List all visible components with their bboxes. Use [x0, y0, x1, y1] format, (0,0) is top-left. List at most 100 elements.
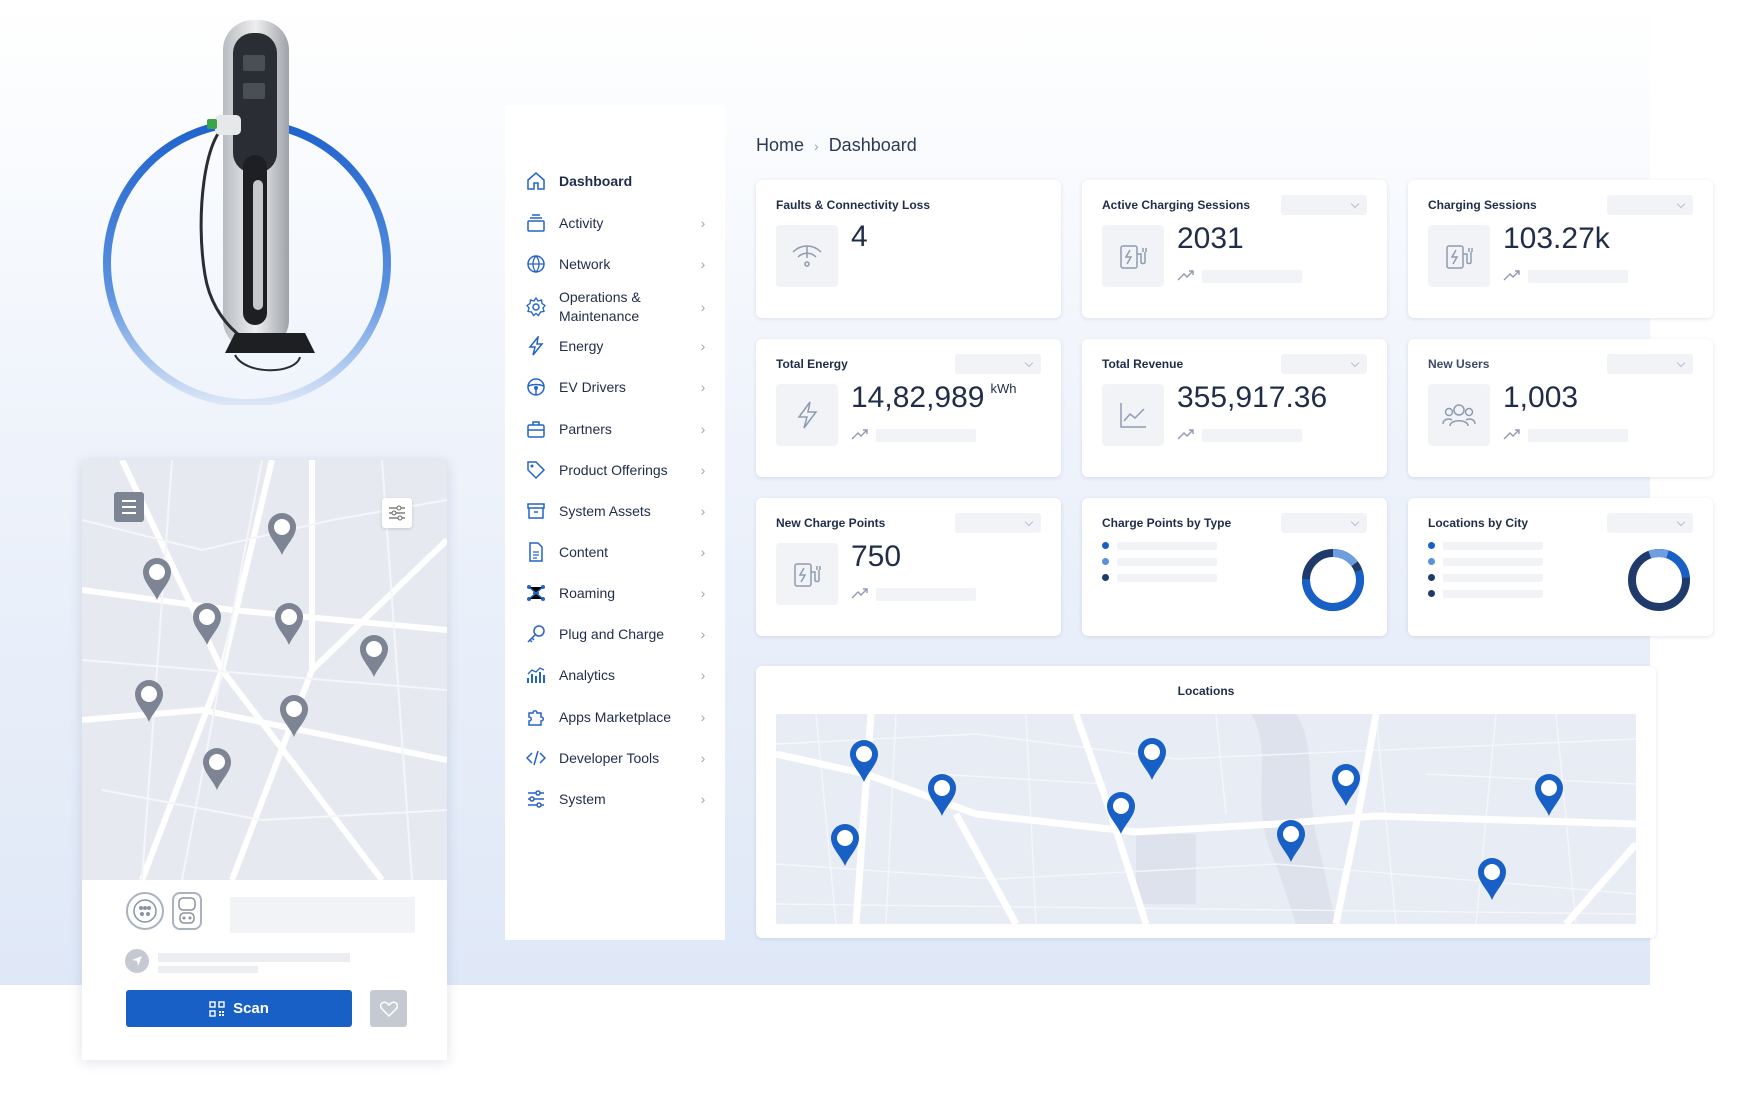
sidebar-item-energy[interactable]: Energy ›	[525, 335, 710, 357]
locations-card: Locations	[756, 666, 1656, 938]
chevron-right-icon: ›	[700, 379, 706, 395]
period-dropdown[interactable]	[955, 354, 1041, 374]
active-sessions-card[interactable]: Active Charging Sessions 2031	[1082, 180, 1387, 318]
legend-placeholder	[1117, 574, 1217, 582]
map-pin-icon[interactable]	[268, 513, 296, 555]
connector-type2-icon[interactable]	[126, 892, 164, 930]
map-pin-icon[interactable]	[1277, 820, 1305, 862]
legend-placeholder	[1443, 590, 1543, 598]
faults-card[interactable]: Faults & Connectivity Loss 4	[756, 180, 1061, 318]
sidebar-item-label: Activity	[559, 214, 604, 231]
map-pin-icon[interactable]	[275, 603, 303, 645]
map-pin-icon[interactable]	[1535, 774, 1563, 816]
home-icon	[525, 170, 547, 192]
card-value: 355,917.36	[1177, 381, 1328, 414]
chevron-right-icon: ›	[814, 137, 819, 154]
map-pin-icon[interactable]	[1478, 858, 1506, 900]
wifi-off-icon	[776, 225, 838, 287]
total-revenue-card[interactable]: Total Revenue 355,917.36	[1082, 339, 1387, 477]
location-search-field[interactable]	[230, 897, 415, 933]
locations-map[interactable]	[776, 714, 1636, 924]
sidebar-item-developer-tools[interactable]: Developer Tools ›	[525, 747, 710, 769]
map-pin-icon[interactable]	[203, 748, 231, 790]
card-title: Charging Sessions	[1428, 198, 1537, 212]
sidebar-item-label: Apps Marketplace	[559, 708, 672, 725]
sidebar-item-label: EV Drivers	[559, 378, 626, 395]
chevron-right-icon: ›	[700, 299, 706, 315]
sidebar-item-partners[interactable]: Partners ›	[525, 418, 710, 440]
legend-dot	[1428, 542, 1435, 549]
sidebar-item-content[interactable]: Content ›	[525, 541, 710, 563]
key-icon	[525, 623, 547, 645]
legend-dot	[1102, 542, 1109, 549]
map-pin-icon[interactable]	[850, 740, 878, 782]
sidebar-item-roaming[interactable]: Roaming ›	[525, 582, 710, 604]
sidebar-item-label: Content	[559, 543, 609, 560]
total-energy-card[interactable]: Total Energy 14,82,989 kWh	[756, 339, 1061, 477]
charge-points-by-type-card[interactable]: Charge Points by Type	[1082, 498, 1387, 636]
sidebar-item-analytics[interactable]: Analytics ›	[525, 664, 710, 686]
map-pin-icon[interactable]	[135, 680, 163, 722]
locations-title: Locations	[1177, 684, 1235, 698]
map-pin-icon[interactable]	[1107, 792, 1135, 834]
new-charge-points-card[interactable]: New Charge Points 750	[756, 498, 1061, 636]
map-pin-icon[interactable]	[280, 695, 308, 737]
trend-up-icon	[1503, 270, 1520, 281]
sidebar-item-label: Energy	[559, 337, 604, 354]
sidebar-item-network[interactable]: Network ›	[525, 253, 710, 275]
map-pin-icon[interactable]	[143, 558, 171, 600]
new-users-card[interactable]: New Users 1,003	[1408, 339, 1713, 477]
charging-station-icon	[1428, 225, 1490, 287]
map-pin-icon[interactable]	[831, 824, 859, 866]
map-pin-icon[interactable]	[193, 603, 221, 645]
sidebar-item-product-offerings[interactable]: Product Offerings ›	[525, 459, 710, 481]
period-dropdown[interactable]	[1281, 513, 1367, 533]
sidebar-item-system-assets[interactable]: System Assets ›	[525, 500, 710, 522]
trend-up-icon	[1177, 429, 1194, 440]
period-dropdown[interactable]	[1607, 195, 1693, 215]
period-dropdown[interactable]	[1281, 354, 1367, 374]
chevron-right-icon: ›	[700, 709, 706, 725]
breadcrumb-current: Dashboard	[828, 135, 917, 155]
navigation-arrow-icon[interactable]	[125, 949, 149, 973]
location-pins	[831, 738, 1563, 900]
charging-station-icon	[776, 543, 838, 605]
scan-button[interactable]: Scan	[126, 990, 352, 1027]
sidebar-item-plug-and-charge[interactable]: Plug and Charge ›	[525, 623, 710, 645]
document-icon	[525, 541, 547, 563]
trend-up-icon	[1177, 270, 1194, 281]
sidebar-item-activity[interactable]: Activity ›	[525, 212, 710, 234]
period-dropdown[interactable]	[1607, 354, 1693, 374]
sidebar-item-label: Analytics	[559, 666, 616, 683]
map-pin-icon[interactable]	[1138, 738, 1166, 780]
sidebar-item-ev-drivers[interactable]: EV Drivers ›	[525, 376, 710, 398]
period-dropdown[interactable]	[1281, 195, 1367, 215]
energy-unit: kWh	[990, 381, 1017, 396]
layers-icon	[525, 212, 547, 234]
legend-placeholder	[1117, 542, 1217, 550]
sidebar-item-dashboard[interactable]: Dashboard	[525, 170, 710, 192]
map-pin-icon[interactable]	[1332, 764, 1360, 806]
ev-charger-illustration	[95, 15, 405, 407]
breadcrumb-home[interactable]: Home	[756, 135, 804, 156]
charging-sessions-card[interactable]: Charging Sessions 103.27k	[1408, 180, 1713, 318]
chevron-right-icon: ›	[700, 215, 706, 231]
trend-placeholder	[876, 588, 976, 601]
map-pin-icon[interactable]	[360, 635, 388, 677]
legend-placeholder	[1117, 558, 1217, 566]
period-dropdown[interactable]	[955, 513, 1041, 533]
sidebar-item-apps-marketplace[interactable]: Apps Marketplace ›	[525, 706, 710, 728]
legend-dot	[1428, 574, 1435, 581]
sidebar-item-system[interactable]: System ›	[525, 788, 710, 810]
favorite-button[interactable]	[370, 990, 407, 1027]
trend-placeholder	[1202, 429, 1302, 442]
code-icon	[525, 747, 547, 769]
sidebar-item-operations-maintenance[interactable]: Operations & Maintenance ›	[525, 288, 710, 326]
donut-chart	[1302, 549, 1364, 611]
locations-by-city-card[interactable]: Locations by City	[1408, 498, 1713, 636]
map-pin-icon[interactable]	[928, 774, 956, 816]
lightning-icon	[525, 335, 547, 357]
connector-ccs-icon[interactable]	[172, 892, 202, 930]
trend-placeholder	[1528, 270, 1628, 283]
period-dropdown[interactable]	[1607, 513, 1693, 533]
